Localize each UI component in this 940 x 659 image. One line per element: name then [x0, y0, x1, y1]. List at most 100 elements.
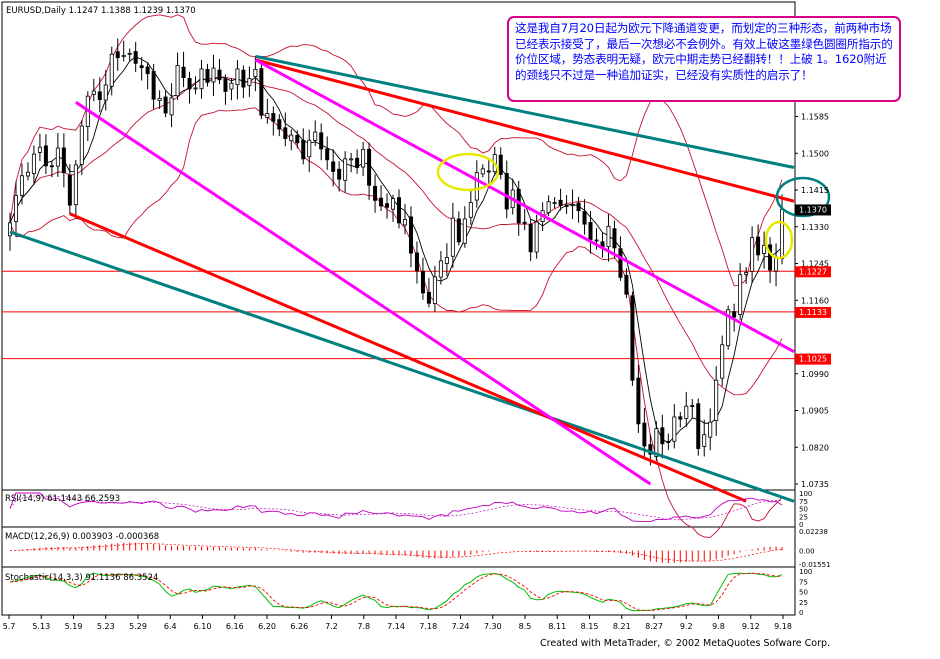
price-tick-label-7: 1.0990 [801, 370, 829, 379]
candle-25 [157, 90, 162, 109]
annotation-text: 这是我自7月20日起为欧元下降通道变更，而划定的三种形态，前两种市场已经表示接受… [515, 21, 893, 82]
candle-body-123 [744, 272, 749, 275]
candle-body-9 [61, 147, 66, 174]
candle-83 [504, 160, 509, 219]
time-tick-label-21: 9.2 [680, 622, 693, 631]
candle-body-92 [558, 199, 563, 206]
channel-magenta-upper [254, 58, 795, 354]
time-tick-label-19: 8.21 [613, 622, 631, 631]
candle-body-121 [732, 311, 737, 318]
level-label-1: 1.1133 [799, 308, 827, 317]
candle-body-98 [594, 239, 599, 242]
candle-95 [576, 196, 581, 223]
candle-body-47 [289, 134, 294, 142]
candle-12 [79, 120, 84, 176]
time-tick-label-12: 7.14 [387, 622, 405, 631]
candle-33 [205, 63, 210, 87]
candle-body-19 [121, 55, 126, 58]
candle-body-8 [55, 147, 60, 167]
candle-99 [600, 232, 605, 258]
candle-body-10 [67, 174, 72, 206]
candle-body-62 [379, 197, 384, 207]
candle-120 [726, 305, 731, 350]
candle-105 [636, 364, 641, 433]
candle-85 [516, 180, 521, 236]
candle-body-45 [277, 119, 282, 130]
candle-80 [486, 159, 491, 184]
candle-56 [343, 151, 348, 193]
candle-27 [169, 83, 174, 128]
candle-body-11 [73, 164, 78, 206]
candle-body-125 [756, 236, 761, 256]
candle-body-3 [25, 171, 30, 177]
candle-body-110 [666, 441, 671, 443]
candle-body-102 [618, 248, 623, 278]
candle-111 [672, 404, 677, 449]
candle-body-104 [630, 295, 635, 381]
candle-68 [414, 241, 419, 284]
candle-body-39 [241, 69, 246, 88]
candle-body-128 [774, 256, 779, 272]
candle-body-129 [780, 209, 785, 260]
candle-body-12 [79, 125, 84, 165]
candle-62 [379, 185, 384, 211]
time-tick-label-7: 6.16 [226, 622, 244, 631]
stochastic-tick-label-3: 25 [799, 599, 808, 607]
candle-45 [277, 114, 282, 137]
candle-13 [85, 91, 90, 142]
candle-93 [564, 195, 569, 214]
candle-body-105 [636, 377, 641, 425]
candlesticks [7, 38, 785, 466]
time-tick-label-15: 7.30 [484, 622, 502, 631]
candle-body-85 [516, 188, 521, 224]
candle-body-70 [426, 291, 431, 304]
candle-body-78 [474, 172, 479, 201]
candle-60 [367, 142, 372, 200]
candle-74 [450, 202, 455, 269]
price-tick-label-9: 1.0820 [801, 443, 829, 452]
candle-78 [474, 160, 479, 208]
time-tick-label-11: 7.8 [357, 622, 370, 631]
stochastic-tick-label-2: 50 [799, 589, 808, 597]
candle-body-68 [414, 252, 419, 272]
candle-9 [61, 133, 66, 188]
candle-body-36 [223, 78, 228, 92]
time-tick-label-22: 9.8 [712, 622, 725, 631]
candle-8 [55, 133, 60, 177]
candle-body-64 [391, 198, 396, 210]
candle-118 [714, 366, 719, 436]
candle-body-100 [606, 225, 611, 248]
candle-43 [265, 98, 270, 124]
time-axis: 5.7 5.13 5.19 5.23 5.29 6.4 6.10 6.16 6.20 6.26 7.… [3, 615, 792, 631]
candle-75 [456, 211, 461, 246]
candle-53 [325, 136, 330, 170]
candle-15 [97, 77, 102, 113]
candle-body-113 [684, 405, 689, 419]
candle-body-51 [313, 131, 318, 141]
candle-23 [145, 62, 150, 90]
candle-body-34 [211, 67, 216, 83]
time-tick-label-2: 5.19 [65, 622, 83, 631]
candle-24 [151, 63, 156, 110]
time-tick-label-20: 8.27 [645, 622, 663, 631]
time-tick-label-1: 5.13 [32, 622, 50, 631]
candle-124 [750, 226, 755, 284]
price-tick-label-1: 1.1585 [801, 113, 829, 122]
candle-body-6 [43, 145, 48, 167]
macd-header: MACD(12,26,9) 0.003903 -0.000368 [5, 532, 159, 542]
candle-body-127 [768, 244, 773, 271]
candle-129 [780, 194, 785, 265]
candle-58 [355, 149, 360, 174]
candle-body-56 [343, 158, 348, 181]
candle-body-43 [265, 113, 270, 118]
candle-body-5 [37, 146, 42, 153]
candle-body-114 [690, 405, 695, 407]
candle-59 [361, 141, 366, 177]
candle-body-111 [672, 416, 677, 442]
candle-39 [241, 65, 246, 99]
price-tick-label-3: 1.1415 [801, 186, 829, 195]
candle-115 [696, 398, 701, 456]
candle-119 [720, 335, 725, 387]
candle-38 [235, 59, 240, 100]
candle-body-66 [402, 218, 407, 226]
